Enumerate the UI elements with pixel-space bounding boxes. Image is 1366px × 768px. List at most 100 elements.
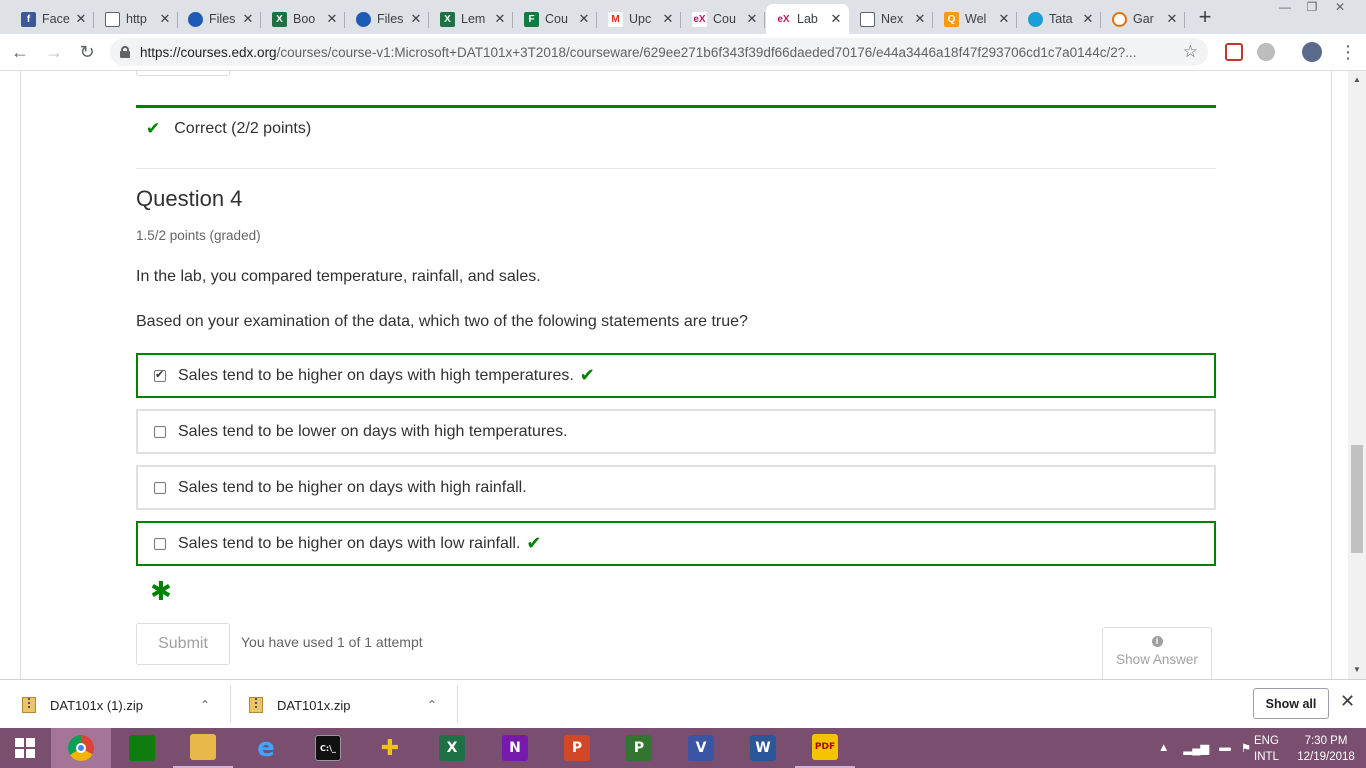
tab-label: Files — [209, 12, 236, 26]
chevron-up-icon[interactable]: ⌃ — [200, 698, 210, 712]
taskbar-app-cmd[interactable]: C:\_ — [298, 728, 358, 768]
flag-icon[interactable]: ⚑ — [1241, 741, 1251, 755]
profile-avatar[interactable] — [1302, 42, 1322, 62]
tab-separator — [512, 12, 513, 28]
answer-choice[interactable]: Sales tend to be higher on days with hig… — [136, 353, 1216, 398]
new-tab-button[interactable]: + — [1193, 6, 1217, 30]
download-item[interactable]: DAT101x.zip ⌃ — [249, 686, 449, 724]
bookmark-star-icon[interactable]: ☆ — [1183, 42, 1198, 62]
browser-tab[interactable]: eX Cou ✕ — [682, 4, 765, 34]
tab-close-icon[interactable]: ✕ — [661, 11, 675, 27]
maximize-button[interactable]: ❐ — [1297, 0, 1327, 18]
close-download-bar-icon[interactable]: ✕ — [1340, 691, 1355, 712]
browser-tab[interactable]: F Cou ✕ — [514, 4, 597, 34]
tab-separator — [1184, 12, 1185, 28]
tab-close-icon[interactable]: ✕ — [829, 11, 843, 27]
browser-tab[interactable]: f Face ✕ — [11, 4, 94, 34]
browser-tab[interactable]: Q Wel ✕ — [934, 4, 1017, 34]
chevron-up-icon[interactable]: ⌃ — [427, 698, 437, 712]
minimize-button[interactable]: — — [1270, 0, 1300, 18]
answer-checkbox[interactable] — [154, 425, 166, 438]
bookmark-icon: Q — [944, 11, 959, 27]
start-button[interactable] — [0, 728, 50, 768]
submit-button[interactable]: Submit — [136, 623, 230, 665]
tray-expand-icon[interactable]: ▲ — [1158, 742, 1169, 754]
show-all-downloads-button[interactable]: Show all — [1253, 688, 1329, 719]
tab-close-icon[interactable]: ✕ — [409, 11, 423, 27]
scroll-up-arrow-icon[interactable]: ▲ — [1353, 75, 1361, 84]
browser-tab[interactable]: X Lem ✕ — [430, 4, 513, 34]
answer-checkbox[interactable] — [154, 368, 166, 382]
taskbar-app-store[interactable] — [112, 728, 172, 768]
download-item[interactable]: DAT101x (1).zip ⌃ — [22, 686, 222, 724]
scrollbar-thumb[interactable] — [1351, 445, 1363, 553]
taskbar-app-project[interactable]: P — [609, 728, 669, 768]
browser-tab[interactable]: eX Lab ✕ — [766, 4, 849, 34]
input-language[interactable]: ENG INTL — [1254, 733, 1279, 765]
taskbar-app-chrome[interactable] — [51, 728, 111, 768]
taskbar-app-word[interactable]: W — [733, 728, 793, 768]
question-title: Question 4 — [136, 186, 243, 211]
taskbar-app-tool[interactable]: ✚ — [360, 728, 420, 768]
answer-checkbox[interactable] — [154, 537, 166, 550]
taskbar-app-excel[interactable]: X — [422, 728, 482, 768]
show-answer-button[interactable]: i Show Answer — [1102, 627, 1212, 679]
reload-button[interactable]: ↻ — [75, 41, 99, 65]
answer-checkbox[interactable] — [154, 481, 166, 494]
browser-tab[interactable]: Files ✕ — [346, 4, 429, 34]
back-button[interactable]: ← — [8, 41, 32, 65]
tab-separator — [932, 12, 933, 28]
browser-tab[interactable]: X Boo ✕ — [262, 4, 345, 34]
tab-close-icon[interactable]: ✕ — [158, 11, 172, 27]
tab-close-icon[interactable]: ✕ — [1165, 11, 1179, 27]
extension-circle-icon[interactable] — [1257, 43, 1275, 61]
tab-close-icon[interactable]: ✕ — [745, 11, 759, 27]
answer-label: Sales tend to be lower on days with high… — [178, 422, 568, 440]
taskbar-app-onenote[interactable]: N — [485, 728, 545, 768]
browser-tab[interactable]: http ✕ — [95, 4, 178, 34]
tab-close-icon[interactable]: ✕ — [241, 11, 255, 27]
close-window-button[interactable]: ✕ — [1325, 0, 1355, 18]
taskbar-app-edge[interactable]: e — [236, 728, 296, 768]
tab-close-icon[interactable]: ✕ — [74, 11, 88, 27]
tab-close-icon[interactable]: ✕ — [577, 11, 591, 27]
page-scrollbar[interactable]: ▲ ▼ — [1348, 71, 1366, 679]
taskbar-app-powerpoint[interactable]: P — [547, 728, 607, 768]
browser-tab[interactable]: Gar ✕ — [1102, 4, 1185, 34]
tab-close-icon[interactable]: ✕ — [493, 11, 507, 27]
tab-close-icon[interactable]: ✕ — [913, 11, 927, 27]
answer-choice[interactable]: Sales tend to be lower on days with high… — [136, 409, 1216, 454]
required-asterisk-icon: ✱ — [150, 576, 172, 606]
excel-icon: X — [272, 11, 287, 27]
tab-separator — [93, 12, 94, 28]
volume-icon[interactable]: ▬ — [1219, 742, 1231, 754]
question-prompt: Based on your examination of the data, w… — [136, 313, 748, 330]
correct-status: ✔ Correct (2/2 points) — [146, 119, 311, 139]
answer-choice[interactable]: Sales tend to be higher on days with hig… — [136, 465, 1216, 510]
tab-strip: + — ❐ ✕ f Face ✕ http ✕ Files ✕ X Boo ✕ Files ✕ X Lem… — [0, 0, 1366, 34]
tab-close-icon[interactable]: ✕ — [997, 11, 1011, 27]
answer-choice[interactable]: Sales tend to be higher on days with low… — [136, 521, 1216, 566]
previous-button-fragment[interactable] — [136, 71, 230, 76]
clock-date: 12/19/2018 — [1297, 751, 1355, 763]
menu-kebab-icon[interactable]: ⋮ — [1336, 41, 1360, 65]
tab-close-icon[interactable]: ✕ — [325, 11, 339, 27]
browser-tab[interactable]: Files ✕ — [178, 4, 261, 34]
taskbar-app-visio[interactable]: V — [671, 728, 731, 768]
tab-close-icon[interactable]: ✕ — [1081, 11, 1095, 27]
taskbar-app-pdf[interactable]: PDF — [795, 728, 855, 768]
browser-tab[interactable]: Nex ✕ — [850, 4, 933, 34]
browser-tab[interactable]: Tata ✕ — [1018, 4, 1101, 34]
tab-separator — [260, 12, 261, 28]
scroll-down-arrow-icon[interactable]: ▼ — [1353, 665, 1361, 674]
tab-separator — [344, 12, 345, 28]
system-clock[interactable]: 7:30 PM 12/19/2018 — [1291, 733, 1361, 765]
extension-pocket-icon[interactable] — [1225, 43, 1243, 61]
browser-tab[interactable]: M Upc ✕ — [598, 4, 681, 34]
address-bar[interactable]: https://courses.edx.org/courses/course-v… — [110, 38, 1208, 66]
cmd-icon: C:\_ — [315, 735, 341, 761]
network-icon[interactable]: ▂▄▆ — [1183, 741, 1209, 755]
tool-icon: ✚ — [380, 735, 400, 761]
taskbar-app-file-explorer[interactable] — [173, 728, 233, 768]
forward-button[interactable]: → — [42, 41, 66, 65]
